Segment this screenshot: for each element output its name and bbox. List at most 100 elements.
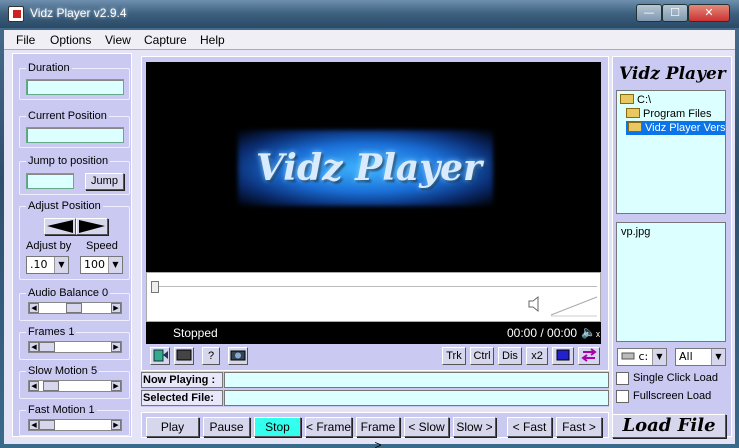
status-bar: Stopped 00:00 / 00:00 🔈ₓ (146, 322, 601, 344)
selected-file-label: Selected File: (141, 390, 223, 406)
slow-motion-slider[interactable]: ◀ ▶ (28, 380, 122, 392)
folder-icon (626, 108, 640, 118)
window-title: Vidz Player v2.9.4 (30, 6, 127, 20)
seek-panel (146, 272, 601, 322)
forward-arrow-icon (79, 220, 105, 233)
app-icon (8, 6, 24, 22)
fast-motion-slider[interactable]: ◀ ▶ (28, 419, 122, 431)
adjust-by-select[interactable]: .10 ▼ (26, 256, 69, 274)
single-click-checkbox[interactable] (616, 372, 629, 385)
frames-slider[interactable]: ◀ ▶ (28, 341, 122, 353)
trk-button[interactable]: Trk (442, 347, 466, 365)
slow-motion-label: Slow Motion 5 (26, 365, 100, 377)
now-playing-label: Now Playing : (141, 372, 223, 388)
slider-thumb[interactable] (66, 303, 82, 313)
drive-select[interactable]: c: ▼ (617, 348, 667, 366)
next-frame-button[interactable]: Frame > (356, 417, 400, 448)
mute-icon[interactable]: 🔈ₓ (581, 325, 600, 339)
audio-balance-slider[interactable]: ◀ ▶ (28, 302, 122, 314)
volume-slider[interactable] (549, 295, 599, 317)
speed-value: 100 (84, 258, 105, 271)
brand-title: Vidz Player (619, 64, 726, 84)
load-file-button[interactable]: Load File (612, 414, 726, 438)
left-arrow-icon[interactable]: ◀ (29, 420, 39, 430)
right-arrow-icon[interactable]: ▶ (111, 420, 121, 430)
slider-thumb[interactable] (43, 381, 59, 391)
menu-options[interactable]: Options (50, 33, 91, 47)
duration-label: Duration (26, 62, 72, 74)
single-click-label: Single Click Load (633, 372, 718, 384)
time-readout: 00:00 / 00:00 (507, 326, 578, 340)
slower-button[interactable]: < Slow (404, 417, 449, 437)
chevron-down-icon: ▼ (711, 349, 725, 365)
seek-track[interactable] (159, 286, 597, 287)
left-arrow-icon[interactable]: ◀ (29, 303, 39, 313)
help-button[interactable]: ? (202, 347, 220, 365)
pause-button[interactable]: Pause (203, 417, 250, 437)
video-logo: Vidz Player (256, 147, 482, 189)
menu-bar: File Options View Capture Help (4, 30, 735, 50)
jump-field[interactable] (26, 173, 74, 189)
current-position-label: Current Position (26, 110, 109, 122)
exit-icon[interactable] (150, 347, 170, 365)
video-toolbar: ? Trk Ctrl Dis x2 (146, 345, 601, 367)
menu-file[interactable]: File (16, 33, 35, 47)
playback-status: Stopped (173, 326, 218, 340)
menu-view[interactable]: View (105, 33, 131, 47)
adjust-forward-button[interactable] (76, 218, 108, 235)
left-arrow-icon[interactable]: ◀ (29, 381, 39, 391)
faster-slow-button[interactable]: Slow > (453, 417, 496, 437)
adjust-back-button[interactable] (44, 218, 76, 235)
file-list[interactable]: vp.jpg (616, 222, 726, 342)
next-fast-button[interactable]: Fast > (556, 417, 602, 437)
audio-balance-label: Audio Balance 0 (26, 287, 111, 299)
chevron-down-icon: ▼ (652, 349, 666, 365)
video-screen[interactable]: Vidz Player (146, 62, 601, 272)
tree-item-root[interactable]: C:\ (620, 93, 651, 107)
right-arrow-icon[interactable]: ▶ (111, 381, 121, 391)
close-button[interactable]: ✕ (688, 4, 730, 22)
screen-icon[interactable] (174, 347, 194, 365)
jump-button[interactable]: Jump (85, 173, 124, 190)
drive-icon (621, 352, 635, 360)
tree-item-program-files[interactable]: Program Files (626, 107, 711, 121)
speed-select[interactable]: 100 ▼ (80, 256, 123, 274)
stop-button[interactable]: Stop (254, 417, 301, 437)
right-arrow-icon[interactable]: ▶ (111, 303, 121, 313)
menu-help[interactable]: Help (200, 33, 225, 47)
camera-icon[interactable] (228, 347, 248, 365)
title-bar[interactable]: Vidz Player v2.9.4 — ☐ ✕ (0, 0, 739, 28)
seek-thumb[interactable] (151, 281, 159, 293)
drive-value: c: (638, 350, 649, 363)
info-panel: Now Playing : Selected File: (141, 371, 609, 407)
folder-tree[interactable]: C:\ Program Files Vidz Player Versio (616, 90, 726, 214)
adjust-position-label: Adjust Position (26, 200, 103, 212)
tree-item-vidz-player[interactable]: Vidz Player Versio (626, 121, 725, 135)
right-arrow-icon[interactable]: ▶ (111, 342, 121, 352)
playback-controls: Play Pause Stop < Frame Frame > < Slow S… (141, 412, 609, 448)
prev-fast-button[interactable]: < Fast (507, 417, 552, 437)
minimize-button[interactable]: — (636, 4, 662, 22)
left-arrow-icon[interactable]: ◀ (29, 342, 39, 352)
filter-value: All (679, 350, 693, 363)
folder-icon (620, 94, 634, 104)
filter-select[interactable]: All ▼ (675, 348, 726, 366)
fullscreen-icon[interactable] (552, 347, 574, 365)
ctrl-button[interactable]: Ctrl (470, 347, 494, 365)
swap-icon[interactable] (578, 347, 600, 365)
slider-thumb[interactable] (39, 420, 55, 430)
play-button[interactable]: Play (146, 417, 199, 437)
fullscreen-label: Fullscreen Load (633, 390, 712, 402)
volume-icon[interactable] (527, 295, 541, 313)
frames-label: Frames 1 (26, 326, 77, 338)
speed-label: Speed (86, 240, 118, 252)
fullscreen-checkbox[interactable] (616, 390, 629, 403)
maximize-button[interactable]: ☐ (662, 4, 688, 22)
dis-button[interactable]: Dis (498, 347, 522, 365)
tree-item-label: Program Files (643, 108, 712, 120)
x2-button[interactable]: x2 (526, 347, 548, 365)
prev-frame-button[interactable]: < Frame (305, 417, 352, 437)
file-item[interactable]: vp.jpg (621, 225, 650, 239)
menu-capture[interactable]: Capture (144, 33, 187, 47)
slider-thumb[interactable] (39, 342, 55, 352)
